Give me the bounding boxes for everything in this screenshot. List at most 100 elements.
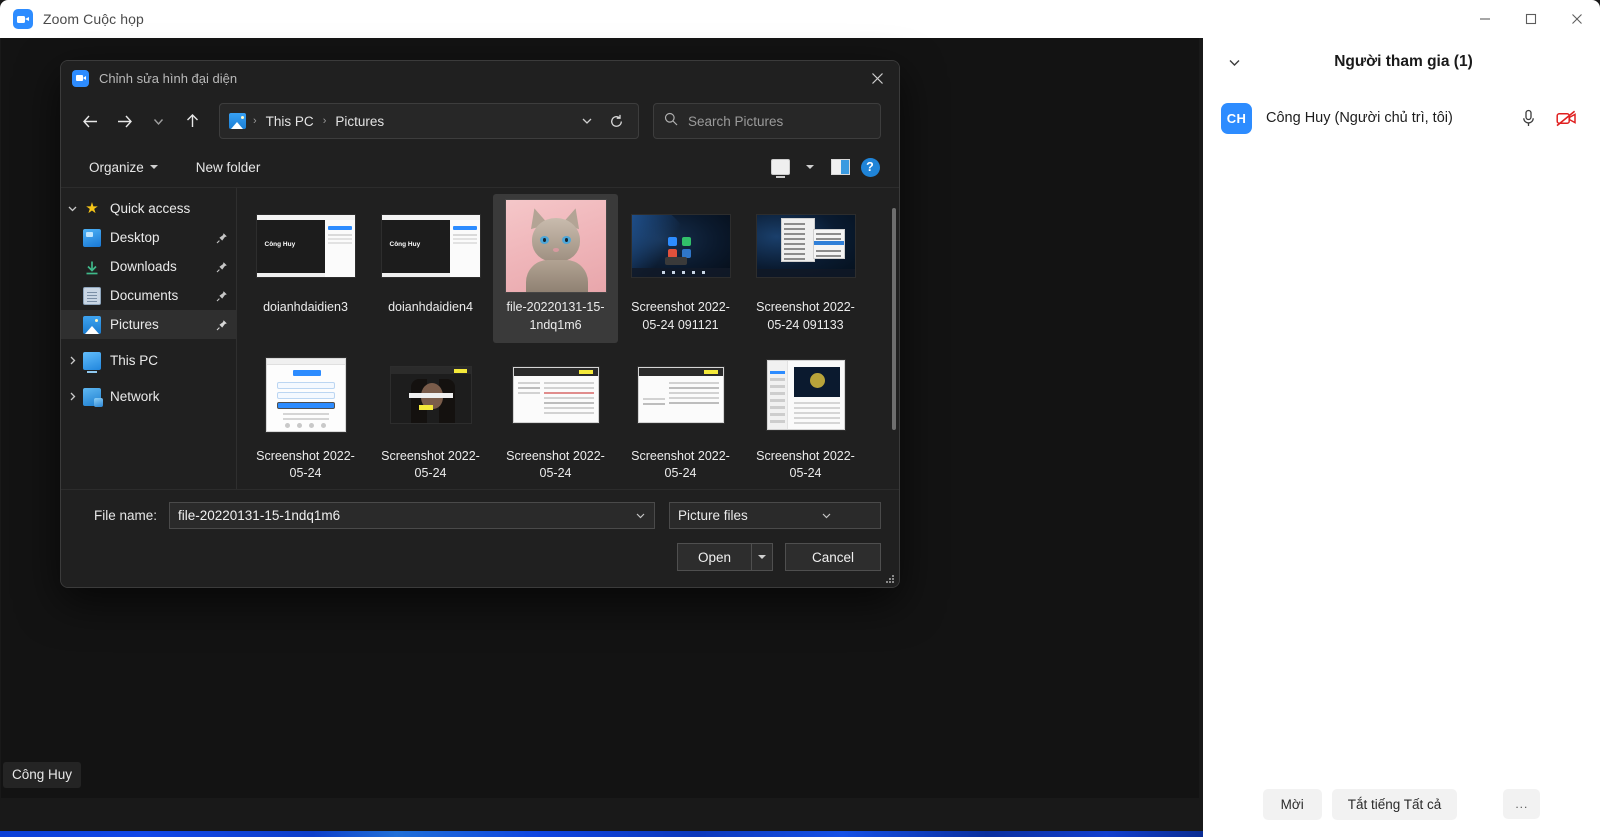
new-folder-label: New folder [195,159,261,175]
file-name-label: Screenshot 2022-05-24 [631,448,730,481]
sidebar-item-label: Desktop [110,230,160,245]
file-open-dialog: Chỉnh sửa hình đại diện › This PC › Pict… [60,60,900,588]
file-type-select[interactable]: Picture files [669,502,881,529]
minimize-button[interactable] [1462,0,1508,38]
maximize-button[interactable] [1508,0,1554,38]
video-name-badge: Công Huy [3,762,82,788]
resize-grip-icon[interactable] [884,573,894,583]
organize-button[interactable]: Organize [81,155,166,180]
sidebar-item-this-pc[interactable]: This PC [61,346,236,375]
breadcrumb-pictures[interactable]: Pictures [333,114,386,129]
file-thumbnail: Công Huy [256,200,356,292]
dialog-close-button[interactable] [855,61,899,95]
this-pc-icon [83,351,101,373]
close-button[interactable] [1554,0,1600,38]
sidebar-item-label: Documents [110,288,179,303]
refresh-icon[interactable] [600,106,632,136]
dialog-toolbar: Organize New folder ? [61,147,899,187]
file-item[interactable]: Công Huy doianhdaidien3 [243,194,368,343]
sidebar-item-pictures[interactable]: Pictures [61,310,236,339]
participants-footer: Mời Tắt tiếng Tất cả ... [1203,777,1600,837]
network-icon [83,387,103,407]
file-item[interactable]: Screenshot 2022-05-24 [618,343,743,490]
zoom-title-left: Zoom Cuộc họp [0,9,1462,29]
pin-icon[interactable] [215,319,228,331]
file-name-label: Screenshot 2022-05-24 091121 [631,300,730,332]
open-split-button[interactable]: Open [677,543,773,571]
help-icon[interactable]: ? [855,153,885,181]
pin-icon[interactable] [215,232,228,244]
dialog-title: Chỉnh sửa hình đại diện [99,70,238,86]
file-name-label: Screenshot 2022-05-24 091133 [756,300,855,332]
address-bar[interactable]: › This PC › Pictures [219,103,639,139]
zoom-title-bar: Zoom Cuộc họp [0,0,1600,38]
sidebar-item-label: Quick access [110,201,191,216]
sidebar-item-documents[interactable]: Documents [61,281,236,310]
invite-button[interactable]: Mời [1262,788,1322,820]
more-options-button[interactable]: ... [1503,789,1541,819]
mute-all-button[interactable]: Tắt tiếng Tất cả [1331,788,1458,820]
breadcrumb-this-pc[interactable]: This PC [264,114,316,129]
search-input[interactable]: Search Pictures [653,103,881,139]
view-dropdown-caret-down-icon[interactable] [795,153,825,181]
arrow-up-icon[interactable] [175,105,209,137]
microphone-icon[interactable] [1516,106,1540,130]
sidebar-item-desktop[interactable]: Desktop [61,223,236,252]
participant-name: Công Huy (Người chủ trì, tôi) [1266,110,1453,126]
open-button[interactable]: Open [677,543,751,571]
file-thumbnail [756,349,856,441]
file-item-selected[interactable]: file-20220131-15-1ndq1m6 [493,194,618,343]
sidebar-item-network[interactable]: Network [61,382,236,411]
file-name-chevron-down-icon[interactable] [630,510,650,521]
dialog-footer: File name: Picture files Open [61,489,899,587]
file-item[interactable]: Công Huy doianhdaidien4 [368,194,493,343]
recent-locations-chevron-down-icon[interactable] [141,105,175,137]
participants-title: Người tham gia (1) [1334,53,1473,70]
cancel-button[interactable]: Cancel [785,543,881,571]
file-item[interactable]: Screenshot 2022-05-24 091121 [618,194,743,343]
sidebar-item-downloads[interactable]: Downloads [61,252,236,281]
file-list-scrollbar[interactable] [892,192,896,485]
camera-off-icon[interactable] [1554,106,1578,130]
arrow-left-icon[interactable] [73,105,107,137]
chevron-right-icon[interactable] [61,391,83,402]
documents-icon [83,286,101,305]
desktop-taskbar-strip [0,831,1203,837]
sidebar-item-quick-access[interactable]: ★ Quick access [61,194,236,223]
preview-pane-icon[interactable] [825,153,855,181]
chevron-right-icon[interactable] [61,355,83,366]
desktop-icon [83,228,101,247]
file-item[interactable]: Screenshot 2022-05-24 [743,343,868,490]
new-folder-button[interactable]: New folder [188,155,269,180]
sidebar-item-label: Downloads [110,259,177,274]
dialog-button-row: Open Cancel [79,543,881,571]
file-item[interactable]: Screenshot 2022-05-24 [493,343,618,490]
arrow-right-icon[interactable] [107,105,141,137]
list-item[interactable]: CH Công Huy (Người chủ trì, tôi) [1203,94,1600,142]
open-dropdown-caret-down-icon[interactable] [751,543,773,571]
view-mode-icon[interactable] [765,153,795,181]
file-name-label: doianhdaidien3 [263,300,348,314]
file-list[interactable]: Công Huy doianhdaidien3 Công Huy doianhd… [237,188,899,489]
participants-list: CH Công Huy (Người chủ trì, tôi) [1203,86,1600,777]
pin-icon[interactable] [215,290,228,302]
chevron-down-icon[interactable] [1221,50,1247,74]
file-name-label: Screenshot 2022-05-24 [756,448,855,481]
search-icon [664,112,678,131]
file-thumbnail [506,349,606,441]
pin-icon[interactable] [215,261,228,273]
file-name-combobox[interactable] [169,502,655,529]
sidebar-item-label: Pictures [110,317,159,332]
file-type-chevron-down-icon[interactable] [777,510,876,521]
scrollbar-thumb[interactable] [892,208,896,430]
file-item[interactable]: Screenshot 2022-05-24 [368,343,493,490]
file-name-input[interactable] [178,508,630,523]
participants-panel: Người tham gia (1) CH Công Huy (Người ch… [1203,38,1600,837]
address-chevron-down-icon[interactable] [574,106,600,136]
chevron-down-icon[interactable] [61,203,83,214]
file-item[interactable]: Screenshot 2022-05-24 091133 [743,194,868,343]
file-item[interactable]: Screenshot 2022-05-24 [243,343,368,490]
file-name-label: Screenshot 2022-05-24 [256,448,355,481]
caret-down-icon [149,165,158,169]
file-grid: Công Huy doianhdaidien3 Công Huy doianhd… [237,188,899,489]
